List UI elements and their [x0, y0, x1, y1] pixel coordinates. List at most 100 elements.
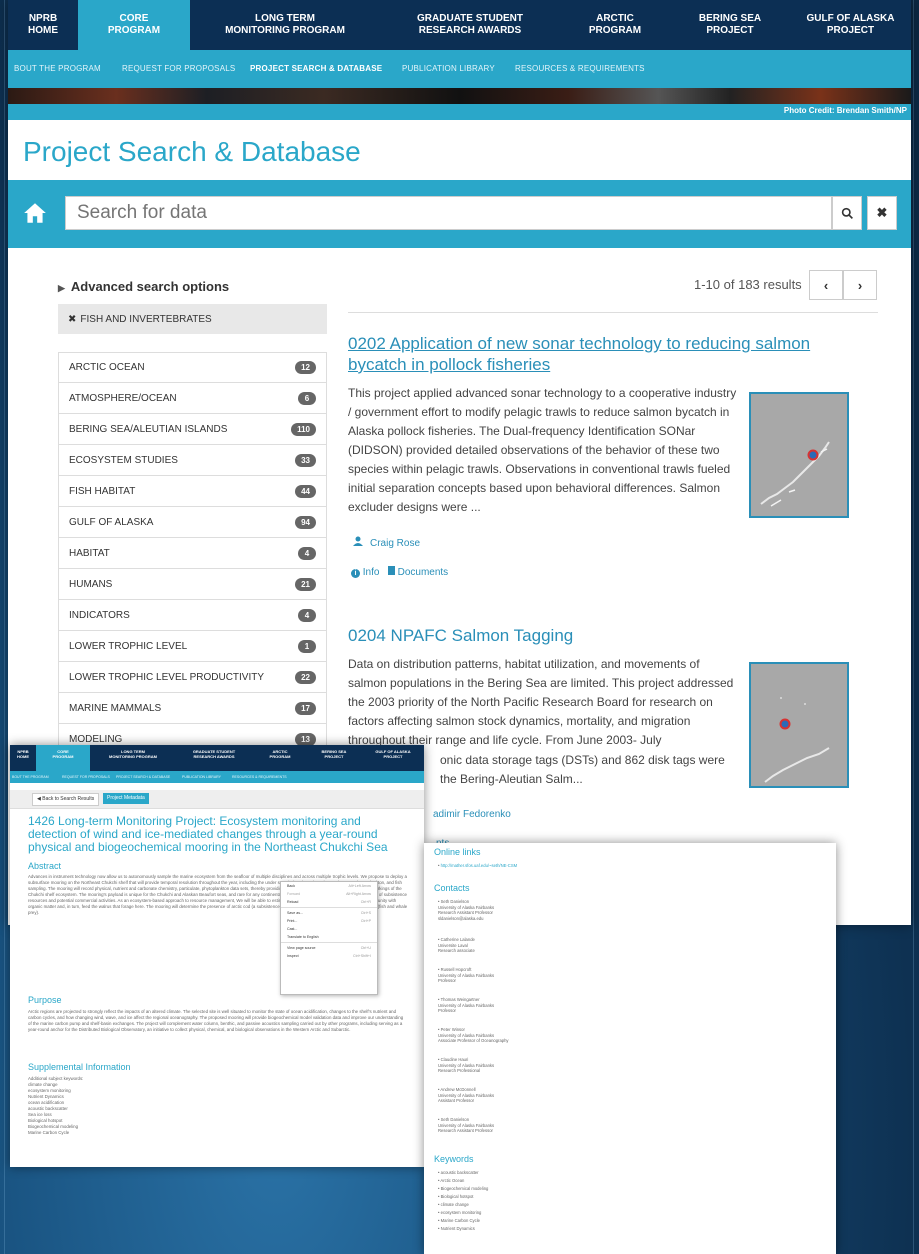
- context-menu-item[interactable]: Save as... Ctrl+S: [281, 909, 377, 917]
- context-menu-item[interactable]: Print... Ctrl+P: [281, 917, 377, 925]
- result-title-link[interactable]: 0204 NPAFC Salmon Tagging: [348, 625, 573, 646]
- active-filter-label: FISH AND INVERTEBRATES: [80, 313, 212, 325]
- overlay-nav-arctic[interactable]: ARCTIC PROGRAM: [256, 749, 304, 759]
- nav-core-program[interactable]: CORE PROGRAM: [78, 0, 190, 50]
- photo-credit-bar: Photo Credit: Brendan Smith/NP: [8, 104, 911, 120]
- nav-arctic-program[interactable]: ARCTIC PROGRAM: [560, 0, 670, 50]
- overlay-top-navigation: NPRB HOME CORE PROGRAM LONG TERM MONITOR…: [10, 745, 424, 771]
- nav-long-term-monitoring[interactable]: LONG TERM MONITORING PROGRAM: [190, 0, 380, 50]
- overlay-nav-core[interactable]: CORE PROGRAM: [36, 749, 90, 759]
- contact-entry: • Peter Winsor University of Alaska Fair…: [438, 1027, 509, 1044]
- overlay-subnav-item[interactable]: REQUEST FOR PROPOSALS: [62, 775, 110, 779]
- documents-link[interactable]: Documents: [387, 566, 448, 578]
- keyword-item: • Biological hotspot: [438, 1194, 474, 1199]
- facet-item[interactable]: BERING SEA/ALEUTIAN ISLANDS 110: [58, 414, 327, 445]
- keyword-item: • climate change: [438, 1202, 469, 1207]
- nav-bering-sea-project[interactable]: BERING SEA PROJECT: [670, 0, 790, 50]
- online-link[interactable]: • http://mather.sfos.uaf.edu/~seth/NE-CS…: [438, 863, 517, 869]
- context-menu-item[interactable]: Inspect Ctrl+Shift+I: [281, 952, 377, 960]
- subnav-about[interactable]: BOUT THE PROGRAM: [14, 64, 101, 73]
- facet-item[interactable]: ARCTIC OCEAN 12: [58, 352, 327, 383]
- result-description: Data on distribution patterns, habitat u…: [348, 657, 734, 747]
- overlay-subnav-item[interactable]: PUBLICATION LIBRARY: [182, 775, 221, 779]
- advanced-search-toggle[interactable]: ▶ Advanced search options: [58, 279, 229, 294]
- menu-divider: [281, 907, 377, 908]
- subnav-resources[interactable]: RESOURCES & REQUIREMENTS: [515, 64, 645, 73]
- contact-entry: • Seth Danielson University of Alaska Fa…: [438, 899, 495, 921]
- supplemental-heading: Supplemental Information: [28, 1062, 131, 1072]
- info-link[interactable]: i Info: [351, 567, 379, 578]
- contact-entry: • Claudine Hauri University of Alaska Fa…: [438, 1057, 495, 1074]
- facet-count-badge: 4: [298, 546, 316, 560]
- overlay-subnav-item[interactable]: RESOURCES & REQUIREMENTS: [232, 775, 287, 779]
- search-button[interactable]: [832, 196, 862, 230]
- keyword-item: • Nutrient Dynamics: [438, 1226, 475, 1231]
- facet-item[interactable]: FISH HABITAT 44: [58, 476, 327, 507]
- context-menu-item[interactable]: Back Alt+Left Arrow: [281, 882, 377, 890]
- contacts-heading: Contacts: [434, 883, 470, 893]
- project-metadata-screenshot: NPRB HOME CORE PROGRAM LONG TERM MONITOR…: [10, 745, 424, 1167]
- facet-item[interactable]: HABITAT 4: [58, 538, 327, 569]
- overlay-nav-goa[interactable]: GULF OF ALASKA PROJECT: [364, 749, 422, 759]
- nav-npb-home[interactable]: NPRB HOME: [8, 0, 78, 50]
- facet-item[interactable]: INDICATORS 4: [58, 600, 327, 631]
- nav-graduate-student-awards[interactable]: GRADUATE STUDENT RESEARCH AWARDS: [380, 0, 560, 50]
- overlay-nav-bering[interactable]: BERING SEA PROJECT: [308, 749, 360, 759]
- context-menu-item[interactable]: Cast...: [281, 925, 377, 933]
- result-author-link[interactable]: adimir Fedorenko: [433, 809, 511, 820]
- overlay-nav-home[interactable]: NPRB HOME: [12, 749, 34, 759]
- home-icon[interactable]: [22, 200, 48, 226]
- overlay-action-bar: ◀ Back to Search Results Project Metadat…: [10, 790, 424, 809]
- next-page-button[interactable]: ›: [843, 270, 877, 300]
- clear-search-button[interactable]: ✖: [867, 196, 897, 230]
- overlay-subnav-item[interactable]: PROJECT SEARCH & DATABASE: [116, 775, 170, 779]
- top-navigation: NPRB HOME CORE PROGRAM LONG TERM MONITOR…: [8, 0, 911, 50]
- contact-entry: • Russell Hopcroft University of Alaska …: [438, 967, 495, 984]
- remove-filter-icon[interactable]: ✖: [68, 314, 76, 325]
- overlay-nav-long-term[interactable]: LONG TERM MONITORING PROGRAM: [94, 749, 172, 759]
- project-metadata-button[interactable]: Project Metadata: [103, 793, 149, 804]
- chevron-right-icon: ›: [857, 277, 863, 293]
- overlay-sub-navigation: BOUT THE PROGRAM REQUEST FOR PROPOSALS P…: [10, 771, 424, 783]
- subnav-publication-library[interactable]: PUBLICATION LIBRARY: [402, 64, 495, 73]
- search-input-wrapper: [65, 196, 832, 230]
- facet-item[interactable]: LOWER TROPHIC LEVEL PRODUCTIVITY 22: [58, 662, 327, 693]
- result-map-thumbnail[interactable]: [749, 392, 849, 518]
- back-to-results-button[interactable]: ◀ Back to Search Results: [32, 793, 100, 806]
- close-icon: ✖: [876, 205, 888, 220]
- keyword-item: • acoustic backscatter: [438, 1170, 479, 1175]
- result-author-link[interactable]: Craig Rose: [370, 538, 420, 549]
- keyword-line: Marine Carbon Cycle: [28, 1130, 70, 1135]
- overlay-nav-graduate[interactable]: GRADUATE STUDENT RESEARCH AWARDS: [176, 749, 252, 759]
- subnav-project-search[interactable]: PROJECT SEARCH & DATABASE: [250, 64, 382, 73]
- chevron-left-icon: ‹: [823, 277, 829, 293]
- user-icon: [353, 536, 363, 546]
- caret-right-icon: ▶: [58, 283, 65, 293]
- facet-item[interactable]: MARINE MAMMALS 17: [58, 693, 327, 724]
- search-input[interactable]: [66, 197, 831, 229]
- facet-item[interactable]: HUMANS 21: [58, 569, 327, 600]
- result-title-link[interactable]: 0202 Application of new sonar technology…: [348, 333, 828, 375]
- prev-page-button[interactable]: ‹: [809, 270, 843, 300]
- facet-item[interactable]: LOWER TROPHIC LEVEL 1: [58, 631, 327, 662]
- context-menu-item[interactable]: Translate to English: [281, 933, 377, 941]
- result-map-thumbnail[interactable]: [749, 662, 849, 788]
- active-filter-chip[interactable]: ✖ FISH AND INVERTEBRATES: [58, 304, 327, 334]
- facet-item[interactable]: GULF OF ALASKA 94: [58, 507, 327, 538]
- result-links: i Info Documents: [351, 566, 448, 578]
- subnav-request-for-proposals[interactable]: REQUEST FOR PROPOSALS: [122, 64, 235, 73]
- sub-navigation: BOUT THE PROGRAM REQUEST FOR PROPOSALS P…: [8, 50, 911, 88]
- context-menu-item[interactable]: View page source Ctrl+U: [281, 944, 377, 952]
- context-menu-item[interactable]: Forward Alt+Right Arrow: [281, 890, 377, 898]
- nav-gulf-of-alaska-project[interactable]: GULF OF ALASKA PROJECT: [790, 0, 911, 50]
- facet-item[interactable]: ATMOSPHERE/OCEAN 6: [58, 383, 327, 414]
- contact-entry: • Thomas Weingartner University of Alask…: [438, 997, 495, 1014]
- keyword-item: • Biogeochemical modeling: [438, 1186, 489, 1191]
- context-menu-item[interactable]: Reload Ctrl+R: [281, 898, 377, 906]
- overlay-subnav-item[interactable]: BOUT THE PROGRAM: [12, 775, 49, 779]
- project-title: 1426 Long-term Monitoring Project: Ecosy…: [28, 814, 388, 854]
- header-photo: [8, 88, 911, 104]
- facet-item[interactable]: ECOSYSTEM STUDIES 33: [58, 445, 327, 476]
- result-count: 1-10 of 183 results: [694, 277, 802, 292]
- contact-entry: • Catherine Lalande Universite Laval Res…: [438, 937, 475, 954]
